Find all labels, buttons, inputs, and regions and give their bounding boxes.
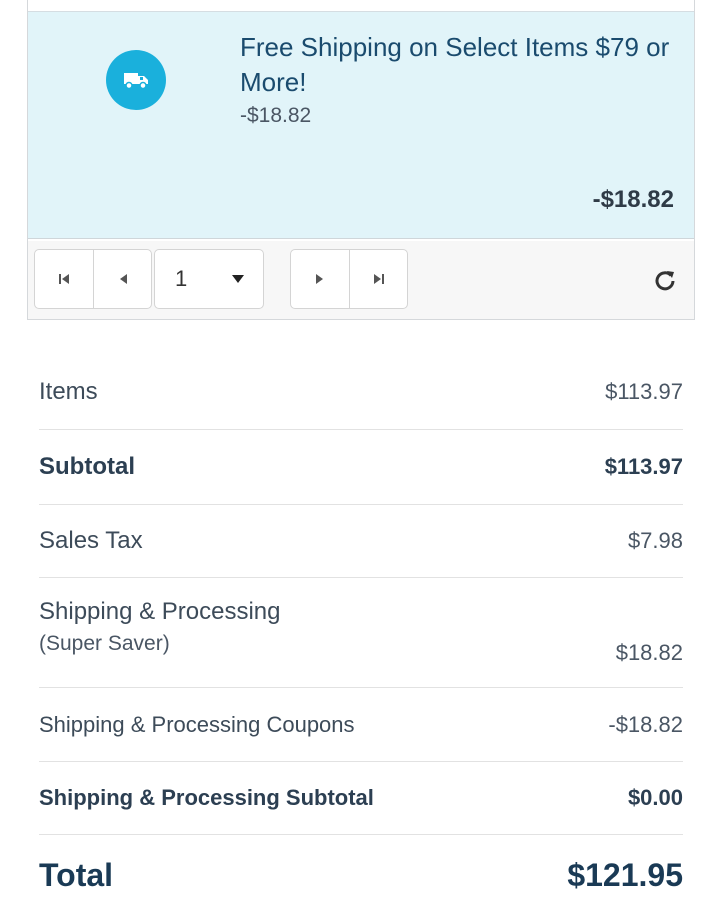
first-page-button[interactable] [35,250,93,308]
subtotal-value: $113.97 [604,454,683,479]
shipping-coupons-row: Shipping & Processing Coupons -$18.82 [39,688,683,762]
shipping-subtotal-label: Shipping & Processing Subtotal [39,785,374,810]
pager-forward-group [290,249,408,309]
chevron-down-icon [232,275,244,283]
sales-tax-row: Sales Tax $7.98 [39,505,683,578]
promotion-discount: -$18.82 [240,104,312,127]
prev-page-icon [119,274,127,284]
total-value: $121.95 [567,856,683,893]
shipping-coupons-label: Shipping & Processing Coupons [39,711,355,737]
promotion-row: Free Shipping on Select Items $79 or Mor… [28,11,694,239]
last-page-button[interactable] [349,250,407,308]
next-page-button[interactable] [291,250,349,308]
promotion-title: Free Shipping on Select Items $79 or Mor… [240,32,670,97]
items-label: Items [39,378,98,405]
total-row: Total $121.95 [39,835,683,910]
prev-page-button[interactable] [93,250,151,308]
subtotal-label: Subtotal [39,453,135,480]
shipping-coupons-value: -$18.82 [608,711,683,737]
page-select[interactable]: 1 [154,249,264,309]
subtotal-row: Subtotal $113.97 [39,430,683,505]
refresh-icon[interactable] [654,269,676,291]
shipping-subtotal-value: $0.00 [627,785,683,810]
shipping-label: Shipping & Processing [39,598,281,625]
promotion-amount: -$18.82 [592,186,674,213]
pager: 1 [28,241,694,319]
first-page-icon [59,274,69,284]
items-value: $113.97 [605,379,683,404]
shipping-subtotal-row: Shipping & Processing Subtotal $0.00 [39,762,683,835]
last-page-icon [373,274,384,284]
page-number: 1 [175,266,188,291]
pager-back-group [34,249,152,309]
shipping-row: Shipping & Processing (Super Saver) $18.… [39,578,683,688]
shipping-method: (Super Saver) [39,632,170,655]
items-row: Items $113.97 [39,355,683,430]
sales-tax-value: $7.98 [627,528,683,553]
sales-tax-label: Sales Tax [39,527,143,554]
promotions-card: Free Shipping on Select Items $79 or Mor… [27,0,695,320]
shipping-value: $18.82 [615,640,683,665]
next-page-icon [316,274,323,284]
truck-icon [106,50,166,110]
total-label: Total [39,856,114,893]
order-summary: Items $113.97 Subtotal $113.97 Sales Tax… [39,355,683,910]
